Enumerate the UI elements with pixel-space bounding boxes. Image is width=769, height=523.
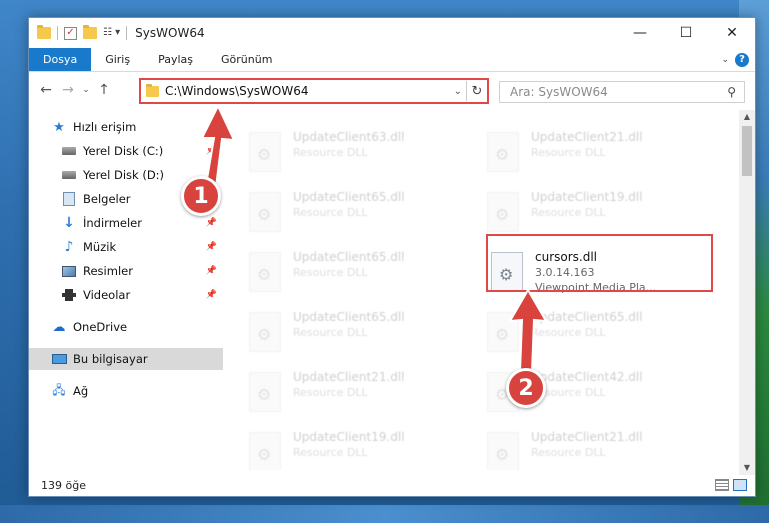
step-1-badge: 1	[181, 176, 221, 216]
step-2-badge: 2	[506, 368, 546, 408]
arrow-1-icon	[200, 103, 236, 189]
annotation-arrows	[200, 103, 548, 373]
arrow-2-icon	[508, 288, 548, 373]
